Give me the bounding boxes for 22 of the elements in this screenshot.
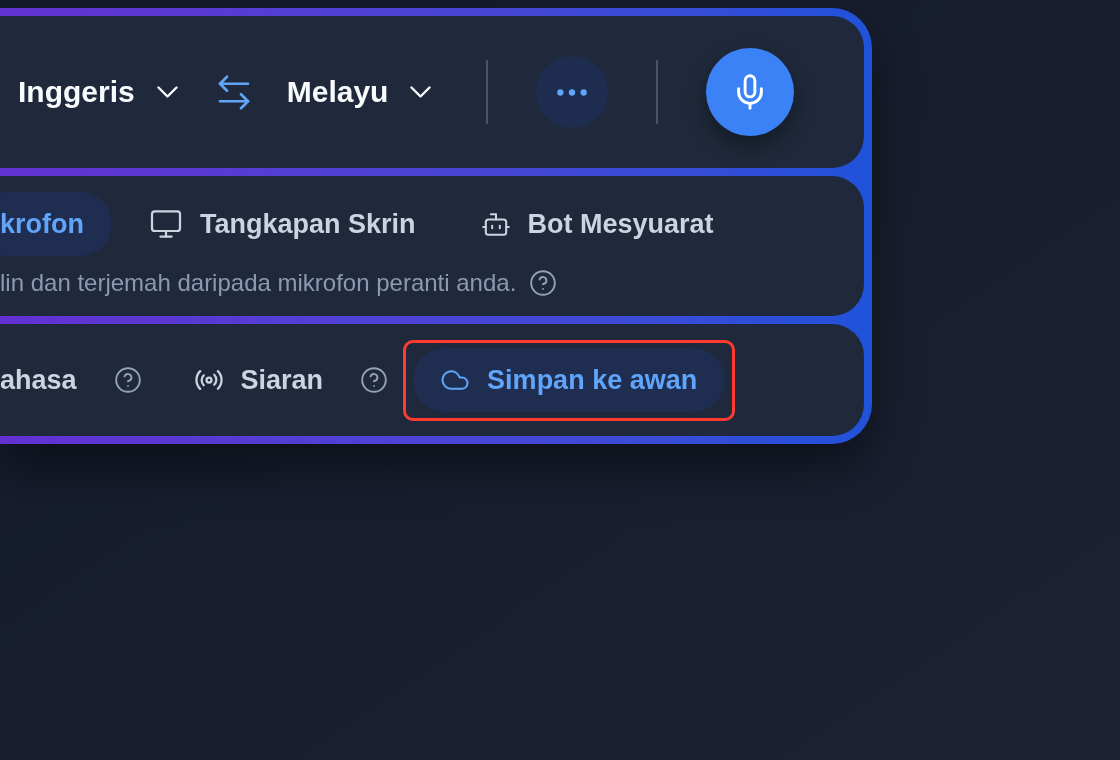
- source-language-select[interactable]: Inggeris: [18, 77, 178, 107]
- help-icon[interactable]: [530, 270, 557, 296]
- target-language-select[interactable]: Melayu: [286, 77, 432, 107]
- source-tab[interactable]: Bot Mesyuarat: [453, 192, 742, 256]
- help-icon[interactable]: [114, 367, 141, 393]
- swap-arrows-icon: [217, 74, 250, 110]
- monitor-icon: [150, 210, 182, 238]
- microphone-icon: [737, 74, 764, 110]
- more-icon: [557, 88, 588, 96]
- swap-languages-button[interactable]: [217, 74, 250, 110]
- source-tab[interactable]: krofon: [0, 192, 112, 256]
- cloud-icon: [441, 370, 470, 390]
- source-tab[interactable]: Tangkapan Skrin: [122, 192, 444, 256]
- option-toggle[interactable]: Siaran: [166, 348, 352, 412]
- broadcast-icon: [194, 370, 223, 390]
- option-toggle[interactable]: ahasa: [0, 348, 105, 412]
- robot-icon: [481, 212, 510, 236]
- help-icon[interactable]: [361, 367, 388, 393]
- chevron-down-icon: [156, 86, 178, 98]
- source-description: lin dan terjemah daripada mikrofon peranti anda.: [0, 268, 517, 298]
- option-toggle[interactable]: Simpan ke awan: [413, 348, 726, 412]
- chevron-down-icon: [410, 86, 432, 98]
